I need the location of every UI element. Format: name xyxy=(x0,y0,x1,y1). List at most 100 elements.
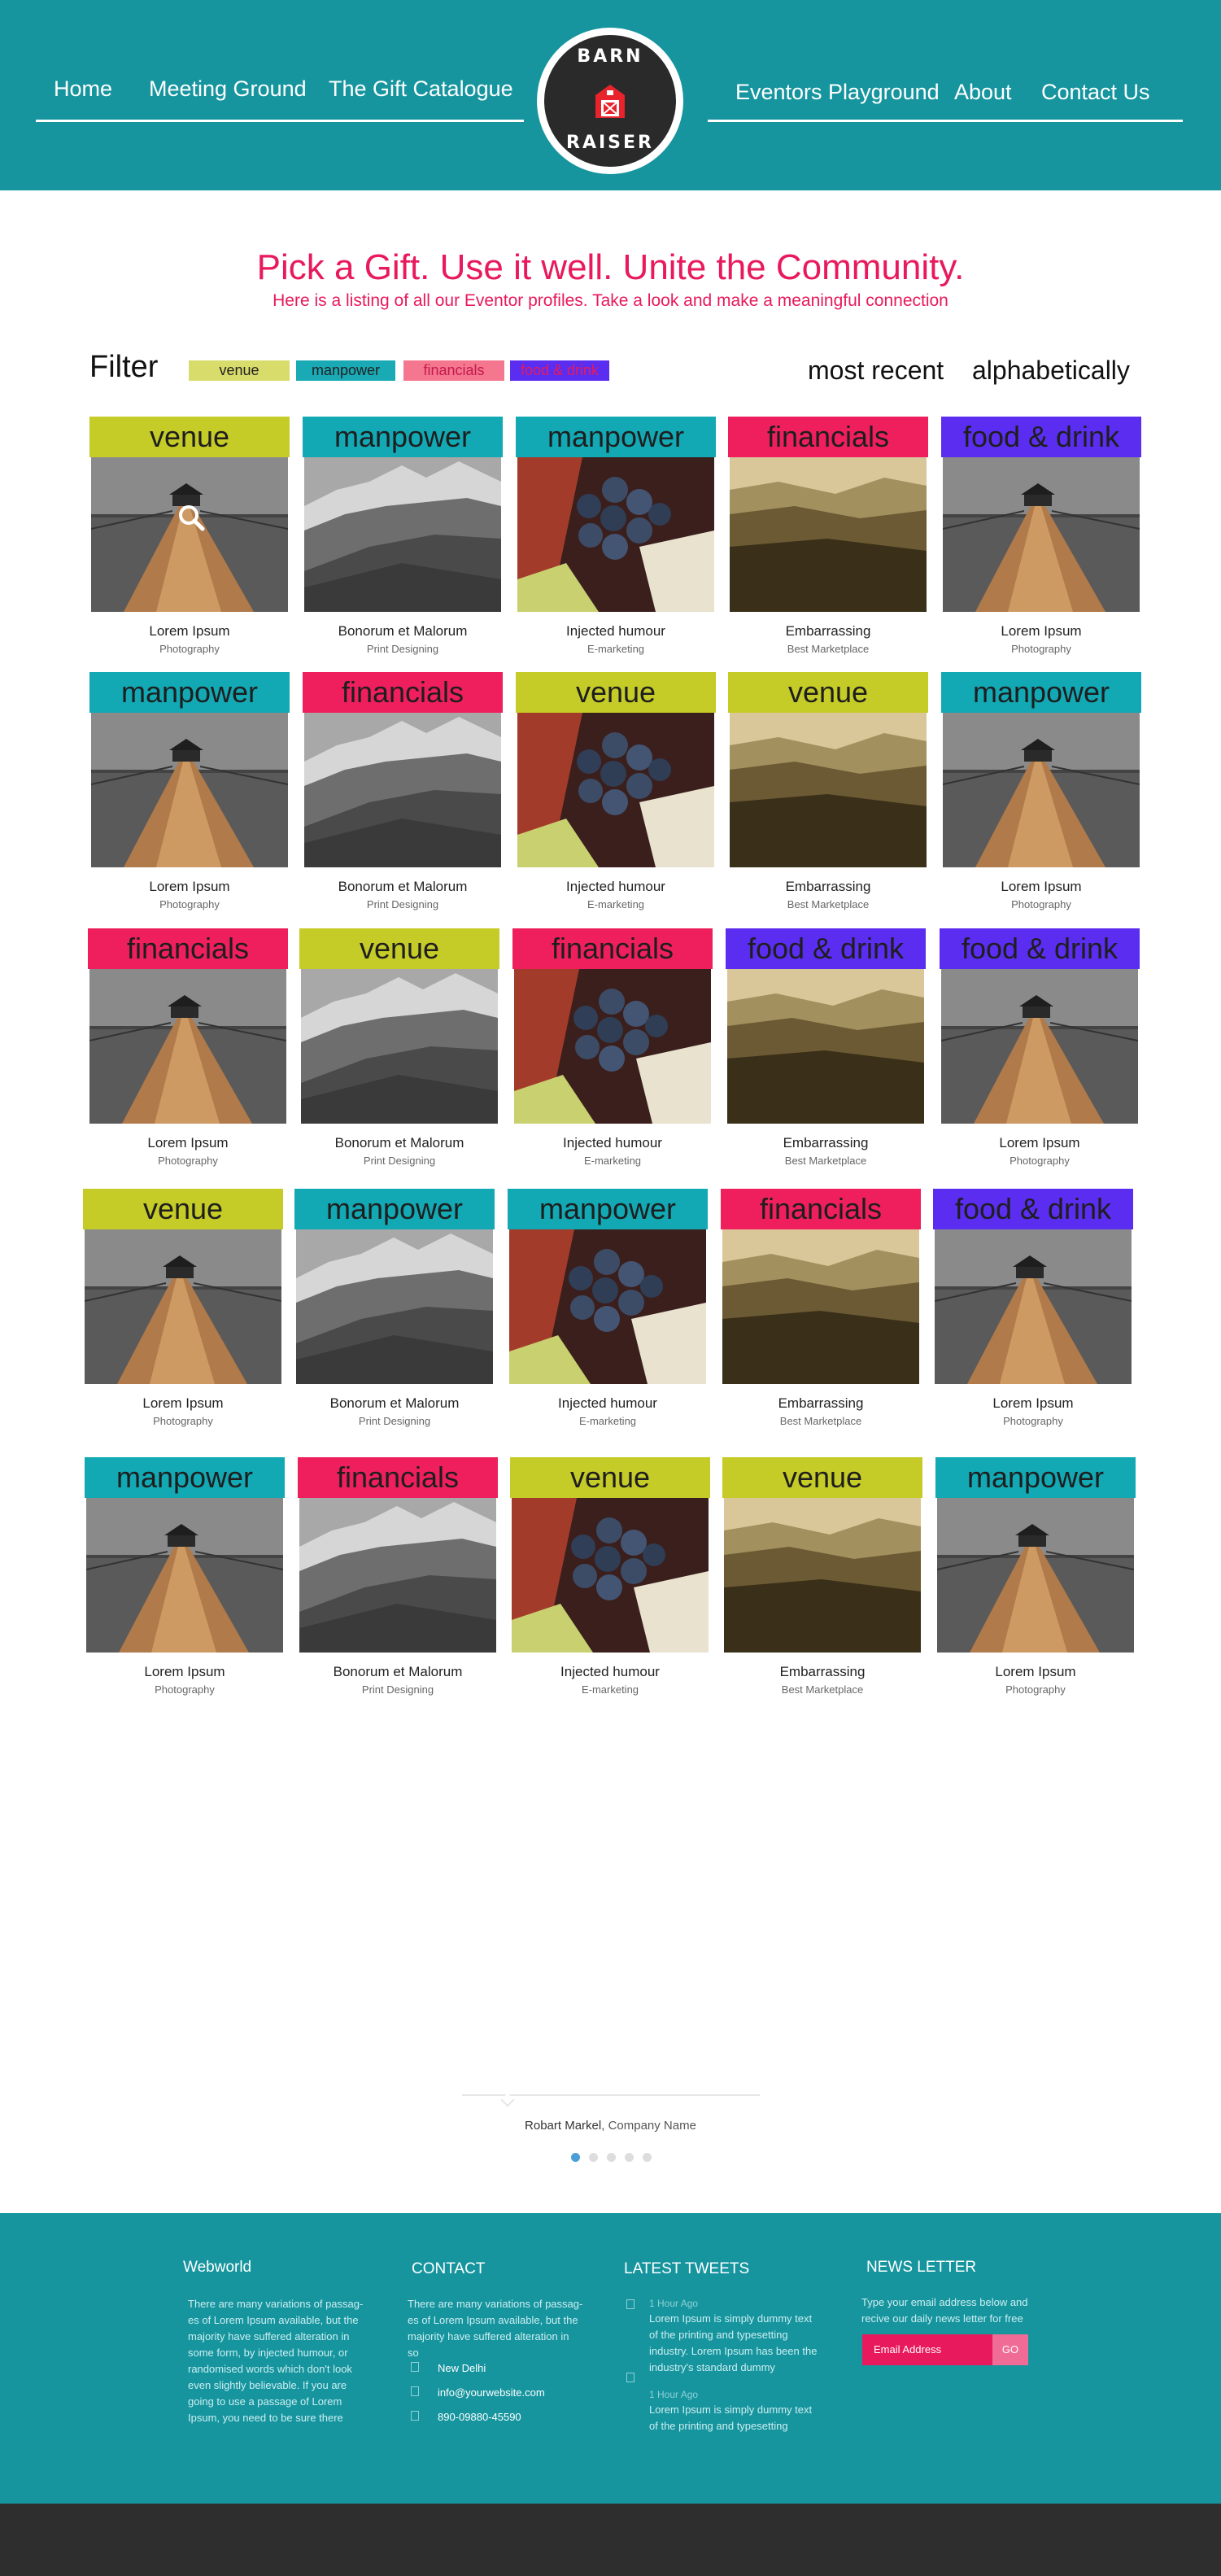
pagination-dot[interactable] xyxy=(607,2153,616,2162)
nav-contact-us[interactable]: Contact Us xyxy=(1041,80,1150,105)
card-image[interactable] xyxy=(296,1229,493,1384)
card-image[interactable] xyxy=(85,1229,281,1384)
card-image[interactable] xyxy=(730,457,927,612)
testimonial-name: Robart Markel xyxy=(525,2119,602,2133)
site-footer xyxy=(0,2213,1221,2504)
profile-card[interactable]: venue Injected humour E-marketing xyxy=(516,672,716,916)
card-image[interactable] xyxy=(724,1498,921,1653)
card-image[interactable] xyxy=(86,1498,283,1653)
card-image[interactable] xyxy=(517,457,714,612)
profile-card[interactable]: venue Embarrassing Best Marketplace xyxy=(722,1457,922,1701)
profile-card[interactable]: manpower Lorem Ipsum Photography xyxy=(85,1457,285,1701)
profile-card[interactable]: manpower Bonorum et Malorum Print Designin… xyxy=(303,417,503,661)
card-subtitle: Best Marketplace xyxy=(784,1155,867,1167)
profile-card[interactable]: manpower Injected humour E-marketing xyxy=(508,1189,708,1433)
card-image[interactable] xyxy=(943,713,1140,867)
card-image[interactable] xyxy=(512,1498,709,1653)
card-category-tag: manpower xyxy=(508,1189,708,1229)
profile-card[interactable]: venue Lorem Ipsum Photography xyxy=(89,417,290,661)
card-title: Embarrassing xyxy=(783,1135,869,1150)
profile-card[interactable]: manpower Injected humour E-marketing xyxy=(516,417,716,661)
card-image[interactable] xyxy=(301,969,498,1124)
footer-text-line: es of Lorem Ipsum available, but the xyxy=(408,2314,578,2326)
card-image[interactable] xyxy=(517,713,714,867)
card-image[interactable] xyxy=(727,969,924,1124)
profile-card[interactable]: financials Bonorum et Malorum Print Design… xyxy=(298,1457,498,1701)
card-image[interactable] xyxy=(509,1229,706,1384)
profile-card[interactable]: food & drink Lorem Ipsum Photography xyxy=(941,417,1141,661)
profile-card[interactable]: manpower Lorem Ipsum Photography xyxy=(935,1457,1136,1701)
card-title: Embarrassing xyxy=(779,1664,866,1679)
nav-eventors-playground[interactable]: Eventors Playground xyxy=(735,80,940,105)
profile-card[interactable]: financials Embarrassing Best Marketplace xyxy=(721,1189,921,1433)
newsletter-email-input[interactable]: Email Address xyxy=(862,2334,992,2365)
card-image[interactable] xyxy=(514,969,711,1124)
card-title: Embarrassing xyxy=(785,879,871,894)
profile-card[interactable]: financials Injected humour E-marketing xyxy=(512,928,713,1172)
card-category-tag: venue xyxy=(89,417,290,457)
card-image[interactable] xyxy=(941,969,1138,1124)
sort-alphabetically[interactable]: alphabetically xyxy=(972,356,1130,386)
card-title: Bonorum et Malorum xyxy=(329,1395,460,1411)
nav-meeting-ground[interactable]: Meeting Ground xyxy=(149,76,307,102)
card-image[interactable] xyxy=(304,457,501,612)
nav-gift-catalogue[interactable]: The Gift Catalogue xyxy=(329,76,513,102)
profile-card[interactable]: venue Injected humour E-marketing xyxy=(510,1457,710,1701)
card-subtitle: Best Marketplace xyxy=(779,1415,862,1427)
filter-chip-venue[interactable]: venue xyxy=(189,360,290,381)
card-category-tag: food & drink xyxy=(940,928,1140,969)
pagination-dot[interactable] xyxy=(589,2153,598,2162)
profile-card[interactable]: food & drink Lorem Ipsum Photography xyxy=(933,1189,1133,1433)
footer-email[interactable]: info@yourwebsite.com xyxy=(438,2386,545,2399)
pagination-dot[interactable] xyxy=(571,2153,580,2162)
phone-icon xyxy=(411,2411,419,2421)
page-subline: Here is a listing of all our Eventor pro… xyxy=(273,291,948,310)
pagination-dot[interactable] xyxy=(625,2153,634,2162)
card-subtitle: Photography xyxy=(155,1683,215,1696)
card-image[interactable] xyxy=(91,713,288,867)
profile-card[interactable]: venue Embarrassing Best Marketplace xyxy=(728,672,928,916)
footer-webworld-title: Webworld xyxy=(183,2259,252,2276)
profile-card[interactable]: manpower Lorem Ipsum Photography xyxy=(941,672,1141,916)
profile-card[interactable]: food & drink Lorem Ipsum Photography xyxy=(940,928,1140,1172)
footer-text-line: randomised words which don't look xyxy=(188,2363,352,2375)
search-icon[interactable] xyxy=(177,504,205,531)
card-image[interactable] xyxy=(89,969,286,1124)
filter-chip-financials[interactable]: financials xyxy=(403,360,504,381)
card-image[interactable] xyxy=(937,1498,1134,1653)
card-title: Lorem Ipsum xyxy=(149,623,230,639)
card-image[interactable] xyxy=(722,1229,919,1384)
profile-card[interactable]: financials Bonorum et Malorum Print Design… xyxy=(303,672,503,916)
sort-most-recent[interactable]: most recent xyxy=(808,356,944,386)
nav-home[interactable]: Home xyxy=(54,76,112,102)
profile-card[interactable]: food & drink Embarrassing Best Marketplace xyxy=(726,928,926,1172)
testimonial-company: , Company Name xyxy=(601,2119,696,2133)
card-image[interactable] xyxy=(91,457,288,612)
profile-card[interactable]: venue Bonorum et Malorum Print Designing xyxy=(299,928,499,1172)
logo[interactable]: BARN RAISER xyxy=(537,28,683,174)
location-icon xyxy=(411,2362,419,2372)
card-subtitle: Photography xyxy=(159,643,220,655)
profile-card[interactable]: financials Embarrassing Best Marketplace xyxy=(728,417,928,661)
newsletter-go-button[interactable]: GO xyxy=(992,2334,1028,2365)
filter-chip-manpower[interactable]: manpower xyxy=(296,360,395,381)
profile-card[interactable]: manpower Lorem Ipsum Photography xyxy=(89,672,290,916)
newsletter-text: Type your email address below and recive… xyxy=(861,2294,1028,2327)
nav-about[interactable]: About xyxy=(954,80,1012,105)
card-category-tag: venue xyxy=(516,672,716,713)
card-title: Injected humour xyxy=(566,879,665,894)
profile-card[interactable]: financials Lorem Ipsum Photography xyxy=(88,928,288,1172)
card-image[interactable] xyxy=(730,713,927,867)
profile-card[interactable]: manpower Bonorum et Malorum Print Designin… xyxy=(294,1189,495,1433)
card-subtitle: E-marketing xyxy=(587,898,645,910)
card-category-tag: venue xyxy=(299,928,499,969)
profile-card[interactable]: venue Lorem Ipsum Photography xyxy=(83,1189,283,1433)
card-image[interactable] xyxy=(935,1229,1132,1384)
pagination-dot[interactable] xyxy=(643,2153,652,2162)
card-image[interactable] xyxy=(299,1498,496,1653)
card-subtitle: Print Designing xyxy=(366,898,439,910)
filter-chip-food-drink[interactable]: food & drink xyxy=(510,360,609,381)
testimonial-pagination xyxy=(571,2153,652,2163)
card-image[interactable] xyxy=(304,713,501,867)
card-image[interactable] xyxy=(943,457,1140,612)
